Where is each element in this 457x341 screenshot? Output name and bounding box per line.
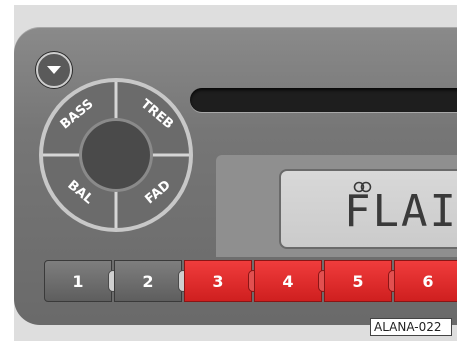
preset-button-1[interactable]: 1 xyxy=(44,260,112,302)
preset-button-5[interactable]: 5 xyxy=(324,260,392,302)
reference-code: ALANA-022 xyxy=(370,318,452,336)
preset-buttons: 1 2 3 4 5 6 xyxy=(44,260,457,302)
preset-button-4[interactable]: 4 xyxy=(254,260,322,302)
preset-button-3[interactable]: 3 xyxy=(184,260,252,302)
preset-button-6[interactable]: 6 xyxy=(394,260,457,302)
illustration-frame: FLAI BASS TREB BAL FAD 1 2 3 4 5 6 xyxy=(14,5,457,341)
tone-knob[interactable]: BASS TREB BAL FAD xyxy=(38,77,194,233)
lcd-text: FLAI xyxy=(344,186,457,237)
preset-button-2[interactable]: 2 xyxy=(114,260,182,302)
tone-knob-graphic xyxy=(39,78,193,232)
cd-slot xyxy=(190,88,457,112)
